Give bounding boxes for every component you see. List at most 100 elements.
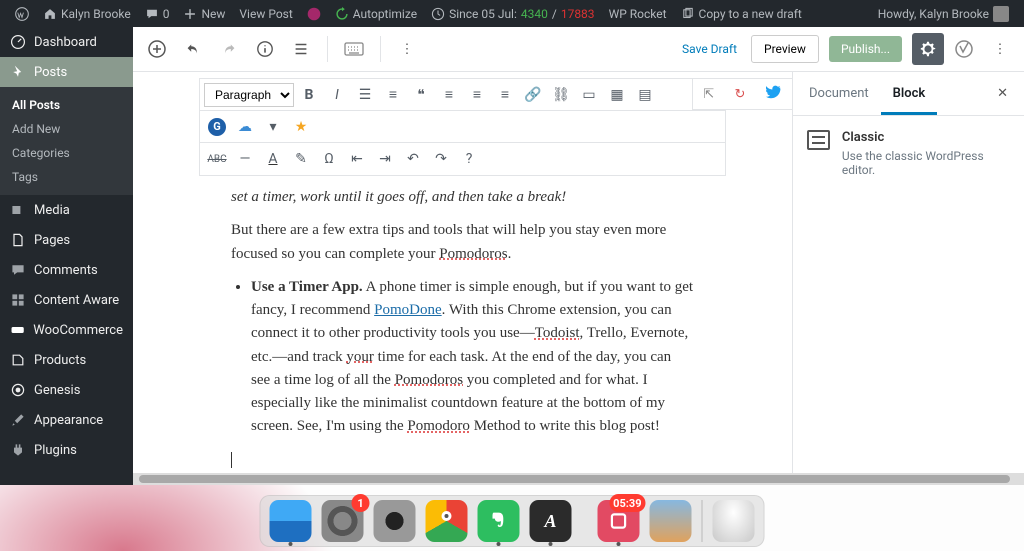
special-char-button[interactable]: Ω — [316, 146, 342, 172]
submenu-categories[interactable]: Categories — [0, 141, 133, 165]
post-content[interactable]: set a timer, work until it goes off, and… — [133, 186, 792, 485]
pin-icon — [10, 64, 26, 80]
insert-button[interactable]: ▦ — [604, 82, 630, 108]
copy-to-draft[interactable]: Copy to a new draft — [674, 0, 809, 27]
sidebar-item-content-aware[interactable]: Content Aware — [0, 285, 133, 315]
submenu-tags[interactable]: Tags — [0, 165, 133, 189]
dock-chrome[interactable] — [426, 500, 468, 542]
sidebar-item-comments[interactable]: Comments — [0, 255, 133, 285]
home-icon — [43, 7, 57, 21]
unlink-button[interactable]: ⛓ — [548, 82, 574, 108]
grammarly-button[interactable]: G — [204, 114, 230, 140]
settings-toggle-button[interactable] — [912, 33, 944, 65]
redo2-button[interactable]: ↷ — [428, 146, 454, 172]
panel-close-button[interactable]: ✕ — [985, 76, 1020, 111]
dock-launchpad[interactable] — [374, 500, 416, 542]
dock-trash[interactable] — [713, 500, 755, 542]
align-left-button[interactable]: ≡ — [436, 82, 462, 108]
scrollbar-thumb[interactable] — [139, 475, 1010, 483]
keyboard-button[interactable] — [338, 33, 370, 65]
sidebar-item-plugins[interactable]: Plugins — [0, 435, 133, 465]
format-select[interactable]: Paragraph — [204, 83, 294, 107]
indent-button[interactable]: ⇥ — [372, 146, 398, 172]
align-center-button[interactable]: ≡ — [464, 82, 490, 108]
sidebar-item-products[interactable]: Products — [0, 345, 133, 375]
dashboard-icon — [10, 34, 26, 50]
content-italic-line: set a timer, work until it goes off, and… — [231, 186, 694, 209]
number-list-button[interactable]: ≡ — [380, 82, 406, 108]
yoast-toggle[interactable] — [948, 33, 980, 65]
submenu-add-new[interactable]: Add New — [0, 117, 133, 141]
horizontal-scrollbar[interactable] — [133, 473, 1024, 485]
add-block-button[interactable] — [141, 33, 173, 65]
preview-button[interactable]: Preview — [751, 35, 819, 63]
copy-icon — [681, 7, 695, 21]
strike-button[interactable]: ABC — [204, 146, 230, 172]
help-button[interactable]: ? — [456, 146, 482, 172]
undo2-button[interactable]: ↶ — [400, 146, 426, 172]
block-side-toolbar: ⇱ ↻ — [692, 78, 792, 110]
dock-evernote[interactable] — [478, 500, 520, 542]
sidebar-item-dashboard[interactable]: Dashboard — [0, 27, 133, 57]
new-content[interactable]: New — [176, 0, 232, 27]
sidebar-item-posts[interactable]: Posts — [0, 57, 133, 87]
tab-document[interactable]: Document — [797, 72, 881, 115]
more-button[interactable]: ▭ — [576, 82, 602, 108]
sidebar-item-genesis[interactable]: Genesis — [0, 375, 133, 405]
block-title: Classic — [842, 130, 1010, 145]
clear-button[interactable]: ✎ — [288, 146, 314, 172]
product-icon — [10, 352, 26, 368]
dropdown-button[interactable]: ▾ — [260, 114, 286, 140]
refresh-icon[interactable]: ↻ — [734, 87, 745, 102]
star-button[interactable]: ★ — [288, 114, 314, 140]
content-column: ⇱ ↻ Paragraph B I ☰ ≡ ❝ ≡ ≡ — [133, 72, 792, 485]
outdent-button[interactable]: ⇤ — [344, 146, 370, 172]
howdy-user[interactable]: Howdy, Kalyn Brooke — [871, 0, 1016, 27]
align-right-button[interactable]: ≡ — [492, 82, 518, 108]
sidebar-item-woocommerce[interactable]: WooCommerce — [0, 315, 133, 345]
more-menu-button[interactable]: ⋮ — [984, 33, 1016, 65]
sidebar-item-pages[interactable]: Pages — [0, 225, 133, 255]
submenu-all-posts[interactable]: All Posts — [0, 93, 133, 117]
info-button[interactable] — [249, 33, 281, 65]
save-draft-button[interactable]: Save Draft — [672, 42, 747, 56]
textcolor-button[interactable]: A — [260, 146, 286, 172]
dock-preview[interactable] — [650, 500, 692, 542]
stats-since[interactable]: Since 05 Jul: 4340 / 17883 — [424, 0, 602, 27]
undo-button[interactable] — [177, 33, 209, 65]
sidebar-item-media[interactable]: Media — [0, 195, 133, 225]
cloud-button[interactable]: ☁ — [232, 114, 258, 140]
dock-finder[interactable] — [270, 500, 312, 542]
more-tools-button[interactable]: ⋮ — [391, 33, 423, 65]
wp-rocket[interactable]: WP Rocket — [602, 0, 674, 27]
comments-count[interactable]: 0 — [138, 0, 177, 27]
site-home[interactable]: Kalyn Brooke — [36, 0, 138, 27]
autoptimize-button[interactable]: Autoptimize — [328, 0, 424, 27]
italic-button[interactable]: I — [324, 82, 350, 108]
dock-adobe-reader[interactable]: A — [530, 500, 572, 542]
quote-button[interactable]: ❝ — [408, 82, 434, 108]
bold-button[interactable]: B — [296, 82, 322, 108]
gear-icon — [919, 40, 937, 58]
plugin-icon — [10, 442, 26, 458]
link-button[interactable]: 🔗 — [520, 82, 546, 108]
move-icon[interactable]: ⇱ — [703, 87, 714, 102]
bullet-list-button[interactable]: ☰ — [352, 82, 378, 108]
hr-button[interactable]: ― — [232, 146, 258, 172]
view-post[interactable]: View Post — [232, 0, 299, 27]
sidebar-item-appearance[interactable]: Appearance — [0, 405, 133, 435]
yoast-button[interactable] — [300, 0, 328, 27]
dock-system-preferences[interactable]: 1 — [322, 500, 364, 542]
info-icon — [256, 40, 274, 58]
dock-pomodone[interactable]: 05:39 — [598, 500, 640, 542]
redo-button[interactable] — [213, 33, 245, 65]
wp-logo[interactable] — [8, 0, 36, 27]
publish-button[interactable]: Publish... — [829, 36, 902, 62]
toolbar-toggle[interactable]: ▤ — [632, 82, 658, 108]
admin-sidebar: Dashboard Posts All Posts Add New Catego… — [0, 27, 133, 485]
outline-button[interactable] — [285, 33, 317, 65]
twitter-icon[interactable] — [766, 84, 782, 104]
pomodone-link[interactable]: PomoDone — [374, 302, 442, 318]
wordpress-icon — [15, 7, 29, 21]
tab-block[interactable]: Block — [881, 72, 938, 115]
